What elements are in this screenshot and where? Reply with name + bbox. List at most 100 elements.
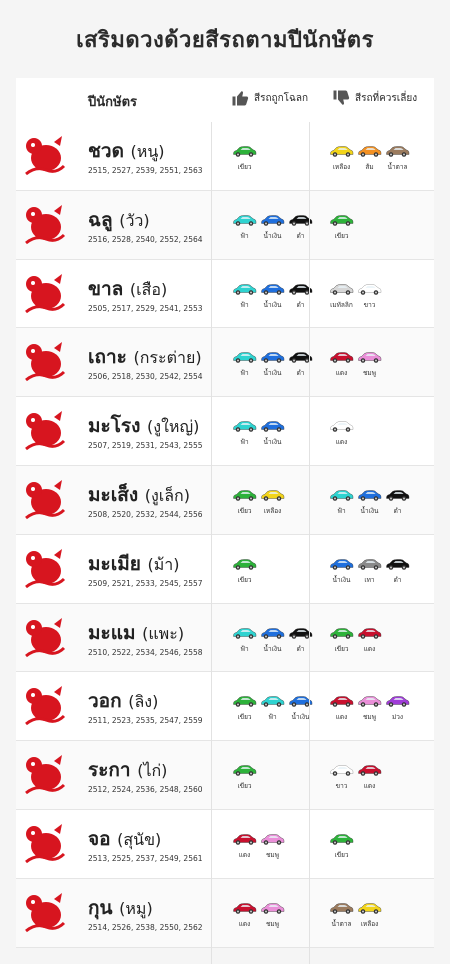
- car-swatch: น้ำเงิน: [260, 213, 285, 241]
- car-swatch: ฟ้า: [232, 419, 257, 447]
- rooster-icon: [25, 755, 66, 795]
- car-icon: [233, 215, 257, 226]
- car-swatch: เขียว: [232, 694, 257, 722]
- tiger-icon: [25, 273, 66, 313]
- zodiac-years: 2508, 2520, 2532, 2544, 2556: [88, 509, 203, 519]
- car-color-label: เขียว: [237, 163, 252, 171]
- car-icon: [358, 352, 382, 364]
- header-zodiac: ปีนักษัตร: [88, 95, 138, 110]
- car-swatch: แดง: [329, 350, 354, 378]
- zodiac-animal-name: (กระต่าย): [133, 348, 202, 368]
- zodiac-thai-name: ขาล: [88, 277, 130, 300]
- car-swatch: ฟ้า: [232, 350, 257, 378]
- car-color-label: แดง: [335, 369, 348, 378]
- car-color-label: ดำ: [296, 231, 305, 240]
- car-icon: [358, 627, 382, 639]
- zodiac-name: กุน (หมู): [88, 893, 153, 923]
- dragon-icon: [25, 411, 66, 451]
- car-swatch: เขียว: [329, 213, 354, 241]
- zodiac-thai-name: กุน: [88, 896, 120, 919]
- zodiac-name: มะเส็ง (งูเล็ก): [88, 480, 190, 510]
- good-colors: ฟ้า น้ำเงิน ดำ: [232, 282, 313, 310]
- zodiac-years: 2515, 2527, 2539, 2551, 2563: [88, 166, 203, 175]
- header-bad: สีรถที่ควรเลี่ยง: [332, 89, 417, 107]
- zodiac-years: 2507, 2519, 2531, 2543, 2555: [88, 441, 203, 451]
- page: เสริมดวงด้วยสีรถตามปีนักษัตร ปีนักษัตร ส…: [0, 0, 450, 964]
- car-color-label: ดำ: [296, 644, 305, 653]
- rat-icon: [25, 136, 66, 176]
- zodiac-animal-name: (งูใหญ่): [147, 417, 200, 437]
- car-swatch: น้ำเงิน: [260, 350, 285, 378]
- zodiac-thai-name: ฉลู: [88, 208, 120, 231]
- table-header: ปีนักษัตร สีรถถูกโฉลก สีรถที่ควรเลี่ยง: [16, 78, 434, 123]
- good-colors: แดง ชมพู: [232, 832, 285, 860]
- car-color-label: เขียว: [334, 231, 349, 240]
- car-color-label: ฟ้า: [337, 506, 346, 515]
- zodiac-animal-name: (สุนัข): [117, 829, 162, 849]
- monkey-icon: [25, 686, 66, 726]
- car-swatch: น้ำเงิน: [357, 488, 382, 516]
- header-good-label: สีรถถูกโฉลก: [254, 92, 309, 104]
- zodiac-years: 2514, 2526, 2538, 2550, 2562: [88, 922, 203, 932]
- car-icon: [358, 903, 382, 914]
- car-swatch: ดำ: [385, 557, 410, 585]
- car-swatch: เหลือง: [357, 901, 382, 929]
- car-color-label: น้ำเงิน: [360, 506, 379, 515]
- zodiac-name: มะเมีย (ม้า): [88, 549, 180, 579]
- car-icon: [261, 283, 285, 295]
- car-icon: [233, 559, 257, 570]
- car-color-label: ขาว: [335, 782, 348, 791]
- car-swatch: ส้ม: [357, 144, 382, 172]
- car-color-label: ชมพู: [363, 369, 376, 378]
- zodiac-row: มะเมีย (ม้า) 2509, 2521, 2533, 2545, 2557…: [16, 534, 434, 604]
- zodiac-row: ขาล (เสือ) 2505, 2517, 2529, 2541, 2553 ฟ้…: [16, 259, 434, 329]
- car-icon: [358, 559, 382, 570]
- car-swatch: เขียว: [329, 626, 354, 654]
- zodiac-thai-name: มะแม: [88, 621, 143, 644]
- zodiac-thai-name: ระกา: [88, 759, 138, 782]
- car-color-label: ส้ม: [365, 163, 374, 171]
- zodiac-row: ระกา (ไก่) 2512, 2524, 2536, 2548, 2560 เข…: [16, 741, 434, 810]
- car-icon: [261, 490, 285, 501]
- zodiac-name: ชวด (หนู): [88, 136, 165, 166]
- car-color-label: น้ำเงิน: [291, 713, 310, 722]
- zodiac-row: มะแม (แพะ) 2510, 2522, 2534, 2546, 2558 ฟ้…: [16, 603, 434, 673]
- zodiac-row: ชวด (หนู) 2515, 2527, 2539, 2551, 2563 เขี…: [16, 122, 434, 191]
- rabbit-icon: [25, 342, 66, 382]
- zodiac-row: มะเส็ง (งูเล็ก) 2508, 2520, 2532, 2544, 2…: [16, 465, 434, 535]
- car-icon: [330, 696, 354, 708]
- car-icon: [386, 696, 410, 708]
- zodiac-row: กุน (หมู) 2514, 2526, 2538, 2550, 2562 แดง…: [16, 878, 434, 948]
- car-color-label: เขียว: [334, 850, 349, 859]
- zodiac-animal-name: (ไก่): [137, 761, 168, 781]
- header-good: สีรถถูกโฉลก: [231, 89, 308, 107]
- car-icon: [330, 627, 354, 639]
- car-icon: [233, 903, 257, 914]
- good-colors: ฟ้า น้ำเงิน ดำ: [232, 350, 313, 378]
- zodiac-thai-name: ชวด: [88, 140, 131, 162]
- car-color-label: เขียว: [237, 506, 252, 515]
- car-swatch: เหลือง: [329, 144, 354, 172]
- thumbs-down-icon: [333, 90, 350, 105]
- zodiac-years: 2516, 2528, 2540, 2552, 2564: [88, 234, 203, 244]
- bad-colors: เขียว: [329, 213, 354, 241]
- car-icon: [261, 903, 285, 914]
- car-color-label: ชมพู: [363, 713, 376, 722]
- zodiac-row: ฉลู (วัว) 2516, 2528, 2540, 2552, 2564 ฟ้า…: [16, 190, 434, 260]
- car-swatch: ขาว: [329, 763, 354, 791]
- car-color-label: ดำ: [296, 300, 305, 309]
- bad-colors: เหลือง ส้ม น้ำตาล: [329, 144, 410, 172]
- goat-icon: [25, 617, 66, 657]
- car-icon: [233, 627, 257, 639]
- zodiac-name: วอก (ลิง): [88, 686, 158, 716]
- car-color-label: แดง: [335, 713, 348, 722]
- car-color-label: น้ำตาล: [331, 919, 352, 928]
- car-icon: [233, 490, 257, 501]
- zodiac-years: 2510, 2522, 2534, 2546, 2558: [88, 647, 203, 657]
- car-color-label: เขียว: [237, 713, 252, 722]
- car-icon: [330, 421, 354, 432]
- car-swatch: เขียว: [329, 832, 354, 860]
- zodiac-row: เถาะ (กระต่าย) 2506, 2518, 2530, 2542, 25…: [16, 328, 434, 398]
- car-icon: [233, 352, 257, 364]
- zodiac-name: ฉลู (วัว): [88, 205, 150, 235]
